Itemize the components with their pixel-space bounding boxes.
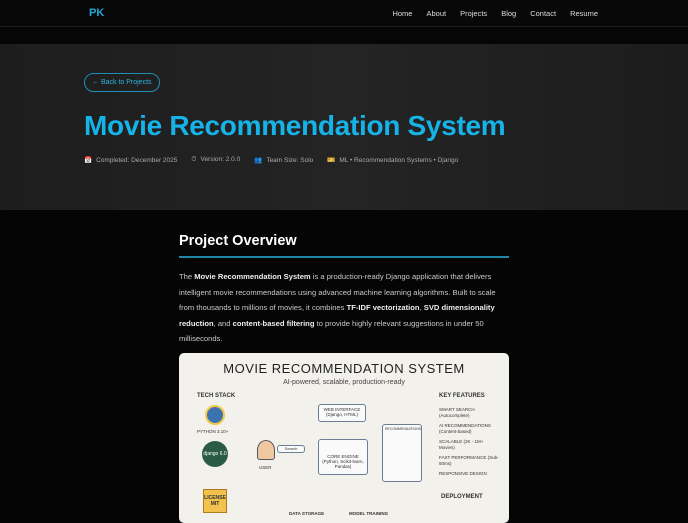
deployment-label: DEPLOYMENT [441,494,483,500]
back-to-projects-button[interactable]: ← Back to Projects [84,73,160,92]
meta-completed: 📅 Completed: December 2025 [84,156,177,164]
nav-contact[interactable]: Contact [530,9,556,18]
overview-heading: Project Overview [179,233,509,258]
project-meta: 📅 Completed: December 2025 ⏱ Version: 2.0.… [84,156,458,164]
nav-spacer [0,28,688,44]
feature-list: SMART SEARCH (Autocomplete) AI RECOMMEND… [439,407,499,476]
overview-section: Project Overview The Movie Recommendatio… [179,233,509,347]
architecture-infographic: MOVIE RECOMMENDATION SYSTEM AI-powered, … [179,353,509,523]
search-box: Search [277,445,305,453]
nav-projects[interactable]: Projects [460,9,487,18]
stopwatch-icon: ⏱ [191,156,197,163]
overview-paragraph: The Movie Recommendation System is a pro… [179,272,496,344]
license-badge: LICENSE MIT [203,489,227,513]
page-title: Movie Recommendation System [84,110,506,141]
meta-text: ML • Recommendation Systems • Django [339,157,459,164]
meta-text: Version: 2.0.0 [200,156,241,163]
nav-blog[interactable]: Blog [501,9,516,18]
project-hero: ← Back to Projects Movie Recommendation … [0,44,688,210]
infographic-title: MOVIE RECOMMENDATION SYSTEM [223,361,465,376]
python-logo-icon [205,405,225,425]
user-icon [257,440,275,460]
user-label: USER [259,465,272,470]
django-logo-icon: django 6.0 [202,441,228,467]
meta-team: 👥 Team Size: Solo [254,156,313,164]
core-engine-box: CORE ENGINE (Python, Scikit-learn, Panda… [318,439,368,475]
ticket-icon: 🎫 [327,157,336,164]
web-interface-box: WEB INTERFACE (Django, HTML) [318,404,366,422]
calendar-icon: 📅 [84,157,93,164]
meta-text: Completed: December 2025 [96,157,178,164]
recommendations-box: RECOMMENDATIONS [382,424,422,482]
python-label: PYTHON 3.10+ [197,429,229,434]
meta-version: ⏱ Version: 2.0.0 [191,156,240,164]
logo[interactable]: PK [89,7,104,19]
nav-resume[interactable]: Resume [570,9,598,18]
team-icon: 👥 [254,157,263,164]
key-features-label: KEY FEATURES [439,393,485,399]
meta-tags: 🎫 ML • Recommendation Systems • Django [327,156,458,164]
top-nav: PK Home About Projects Blog Contact Resu… [0,0,688,27]
nav-home[interactable]: Home [392,9,412,18]
infographic-subtitle: AI-powered, scalable, production-ready [283,379,405,386]
meta-text: Team Size: Solo [266,157,314,164]
nav-about[interactable]: About [426,9,446,18]
tech-stack-label: TECH STACK [197,393,236,399]
